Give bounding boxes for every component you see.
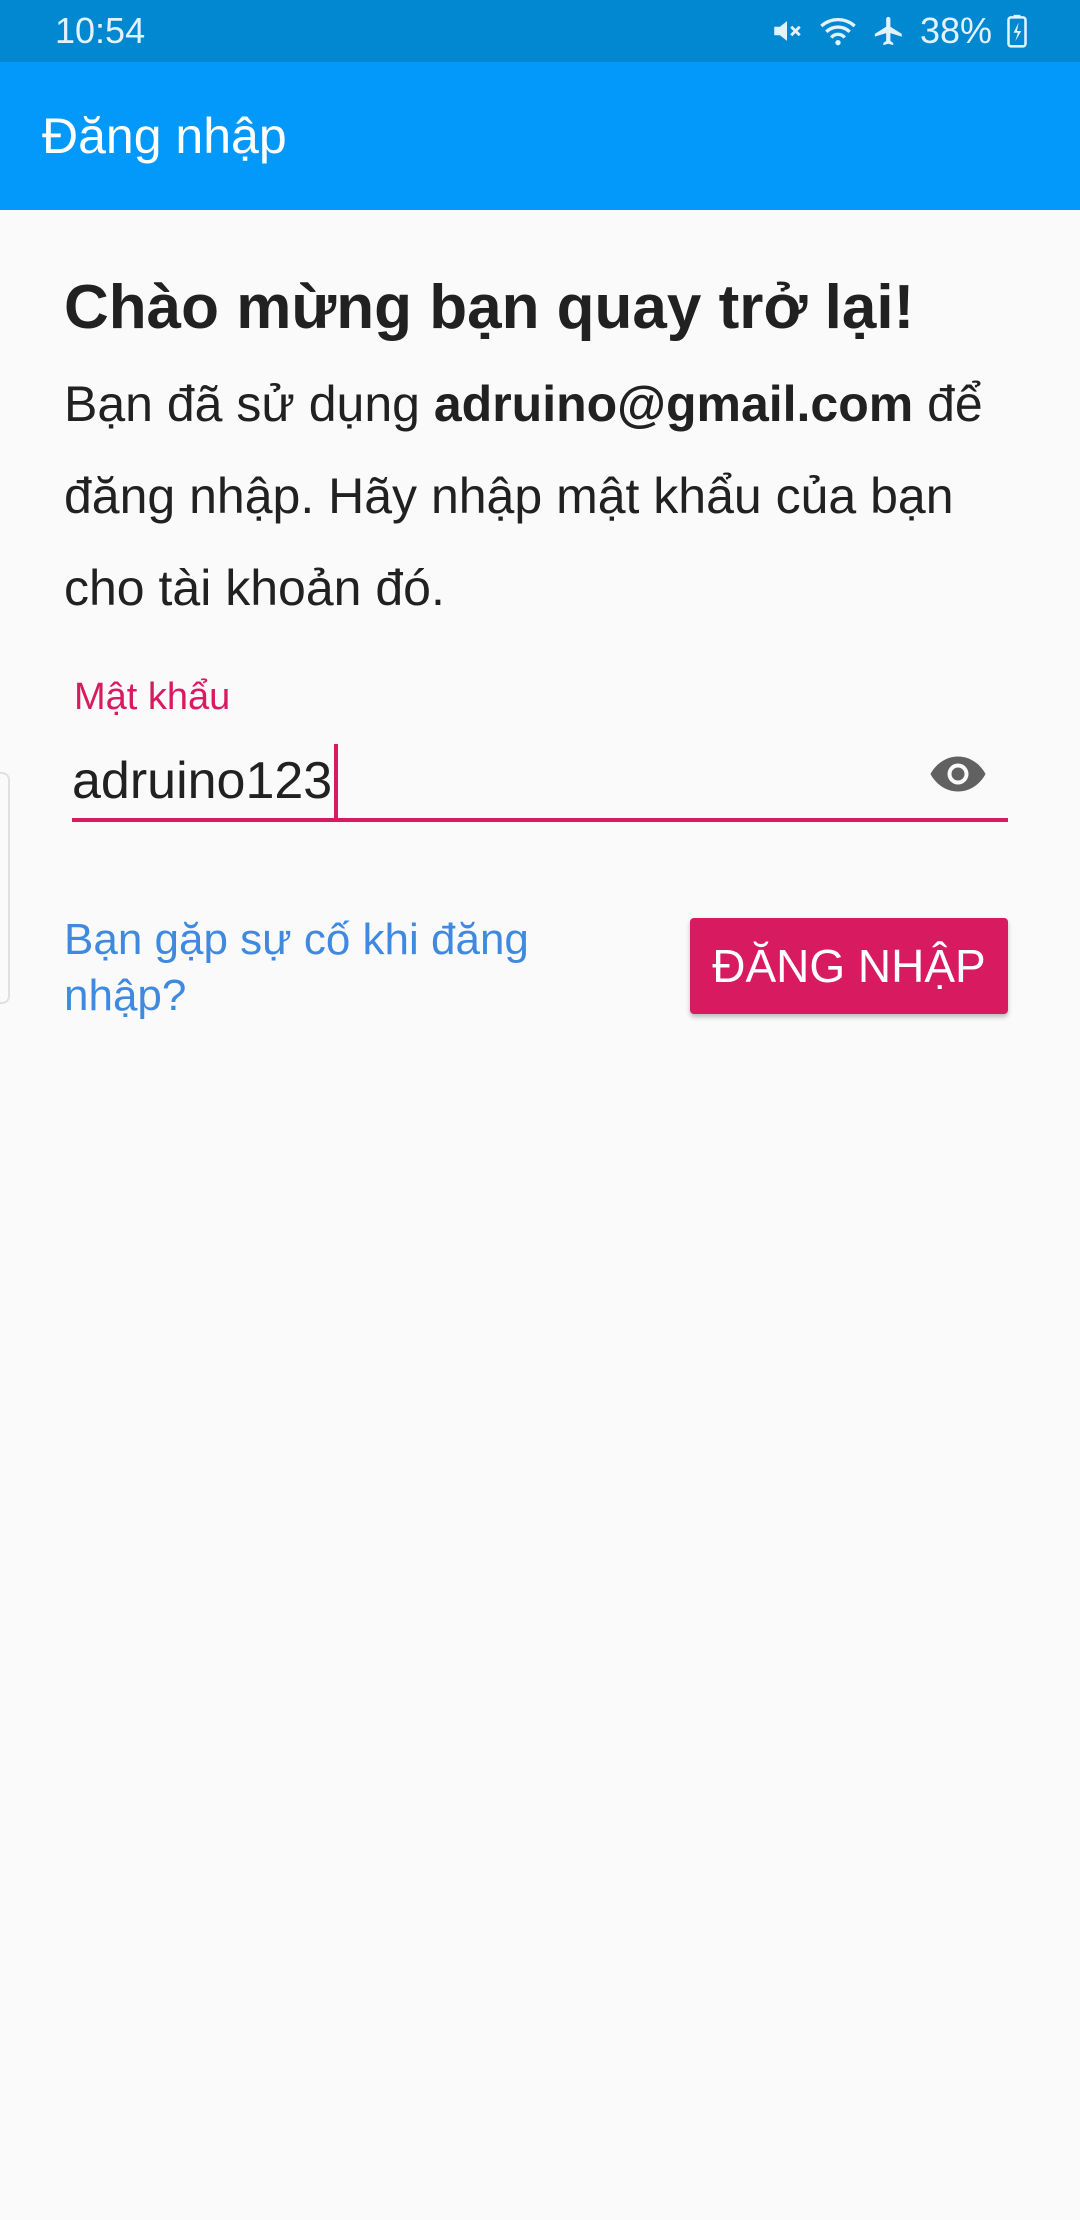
password-field[interactable]: adruino123 <box>72 730 1008 822</box>
welcome-title: Chào mừng bạn quay trở lại! <box>64 273 915 342</box>
password-label: Mật khẩu <box>74 676 231 718</box>
eye-icon[interactable] <box>928 750 988 798</box>
edge-panel-handle[interactable] <box>0 772 10 1004</box>
welcome-message-prefix: Bạn đã sử dụng <box>64 376 434 432</box>
status-bar: 10:54 38% <box>0 0 1080 62</box>
login-button[interactable]: ĐĂNG NHẬP <box>690 918 1008 1014</box>
mute-icon <box>770 14 804 48</box>
password-input[interactable]: adruino123 <box>72 744 339 818</box>
account-email: adruino@gmail.com <box>433 376 914 432</box>
airplane-icon <box>872 14 906 48</box>
welcome-message: Bạn đã sử dụng adruino@gmail.com để đăng… <box>64 358 1024 634</box>
status-icons: 38% <box>770 10 1028 52</box>
app-bar: Đăng nhập <box>0 62 1080 210</box>
text-cursor <box>334 744 339 818</box>
password-value: adruino123 <box>72 752 333 810</box>
wifi-icon <box>818 14 858 48</box>
app-bar-title: Đăng nhập <box>42 108 287 164</box>
battery-charging-icon <box>1006 14 1028 48</box>
status-time: 10:54 <box>55 10 146 51</box>
battery-level: 38% <box>919 10 992 51</box>
trouble-signing-in-link[interactable]: Bạn gặp sự cố khi đăng nhập? <box>64 912 624 1024</box>
